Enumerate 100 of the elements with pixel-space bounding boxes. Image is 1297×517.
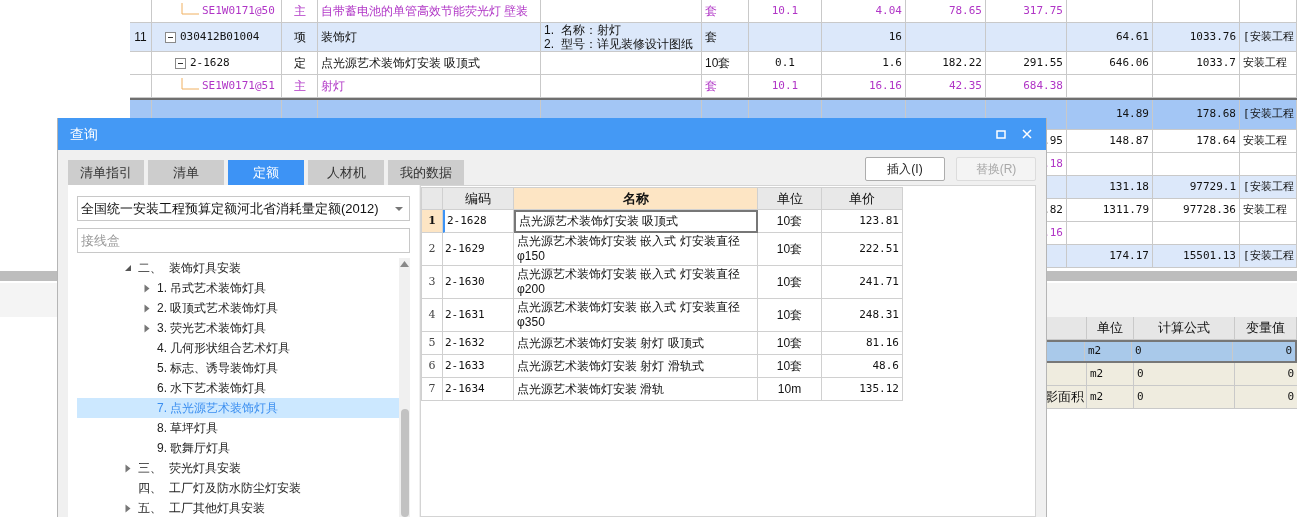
table-row[interactable]: SE1W0171@50 主 自带蓄电池的单管高效节能荧光灯 壁装 套 10.1 4.04 78.65 317.75 bbox=[130, 0, 1297, 23]
table-cell-text: 1033.76 bbox=[1189, 28, 1236, 45]
table-cell-text: 78.65 bbox=[948, 2, 982, 19]
table-cell-text: 10m bbox=[777, 381, 802, 398]
table-row[interactable]: 4 2-1631 点光源艺术装饰灯安装 嵌入式 灯安装直径φ350 10套 248.31 bbox=[422, 299, 903, 332]
search-field[interactable]: 接线盒 bbox=[77, 228, 410, 253]
close-icon[interactable] bbox=[1022, 129, 1032, 139]
tab[interactable]: 清单 bbox=[148, 160, 224, 185]
library-dropdown[interactable]: 全国统一安装工程预算定额河北省消耗量定额(2012) bbox=[77, 196, 410, 221]
tree-item[interactable]: 5. 标志、诱导装饰灯具 bbox=[77, 358, 399, 378]
table-cell-text: 174.17 bbox=[1109, 247, 1149, 264]
restore-icon[interactable] bbox=[996, 129, 1006, 139]
item-name: 自带蓄电池的单管高效节能荧光灯 壁装 bbox=[321, 3, 529, 20]
scrollbar-thumb[interactable] bbox=[400, 409, 409, 517]
scrollbar[interactable] bbox=[399, 258, 410, 517]
column-header: 计算公式 bbox=[1158, 319, 1210, 338]
table-cell-text: 10套 bbox=[776, 274, 803, 291]
tree-item[interactable]: 三、 荧光灯具安装 bbox=[77, 458, 399, 478]
row-number: 5 bbox=[428, 334, 436, 351]
table-row[interactable]: 2 2-1629 点光源艺术装饰灯安装 嵌入式 灯安装直径φ150 10套 222.51 bbox=[422, 233, 903, 266]
row-number: 7 bbox=[428, 380, 436, 397]
table-row[interactable]: 11 030412B01004 项 装饰灯 1. 名称：射灯 2. 型号：详见装修设计图纸 套 16 64.61 1033.76 [安装工程 bbox=[130, 23, 1297, 52]
table-cell-text: 1311.79 bbox=[1102, 201, 1149, 218]
table-cell-text: 646.06 bbox=[1109, 54, 1149, 71]
item-type: 定 bbox=[293, 55, 306, 72]
item-unit: 10套 bbox=[705, 55, 731, 72]
tab[interactable]: 清单指引 bbox=[68, 160, 144, 185]
description-line: 2. 型号：详见装修设计图纸 bbox=[544, 37, 693, 51]
table-cell: 0 bbox=[1285, 343, 1292, 360]
table-cell-text: 安装工程 bbox=[1243, 54, 1287, 71]
column-header: 单位 bbox=[1097, 319, 1123, 338]
table-cell-text: 182.22 bbox=[942, 54, 982, 71]
tree-item[interactable]: 1. 吊式艺术装饰灯具 bbox=[77, 278, 399, 298]
table-cell: 178.68 bbox=[1196, 106, 1236, 123]
tree-item[interactable]: 3. 荧光艺术装饰灯具 bbox=[77, 318, 399, 338]
item-name: 射灯 bbox=[321, 78, 345, 95]
table-cell: m2 bbox=[1088, 343, 1102, 360]
table-cell: 点光源艺术装饰灯安装 射灯 吸顶式 bbox=[517, 335, 704, 351]
tree-branch-line bbox=[181, 77, 199, 90]
item-name: 点光源艺术装饰灯安装 吸顶式 bbox=[321, 55, 481, 72]
tree-item[interactable]: 8. 草坪灯具 bbox=[77, 418, 399, 438]
tree-item[interactable]: 二、 装饰灯具安装 bbox=[77, 258, 399, 278]
column-header[interactable]: 编码 bbox=[443, 187, 514, 210]
table-cell-text: 点光源艺术装饰灯安装 嵌入式 灯安装直径φ200 bbox=[517, 267, 741, 297]
tree-item[interactable]: 四、 工厂灯及防水防尘灯安装 bbox=[77, 478, 399, 498]
row-number: 4 bbox=[428, 306, 436, 323]
table-cell-text: m2 bbox=[1090, 365, 1104, 382]
tab[interactable]: 我的数据 bbox=[388, 160, 464, 185]
tree-item[interactable]: 9. 歌舞厅灯具 bbox=[77, 438, 399, 458]
tree-item[interactable]: 6. 水下艺术装饰灯具 bbox=[77, 378, 399, 398]
action-button[interactable]: 插入(I) bbox=[865, 157, 945, 181]
table-cell-text: 2-1634 bbox=[445, 380, 485, 397]
item-unit: 套 bbox=[705, 3, 717, 20]
table-cell-text: [安装工程 bbox=[1243, 247, 1294, 264]
table-row[interactable]: 2-1628 定 点光源艺术装饰灯安装 吸顶式 10套 0.1 1.6 182.22 291.55 646.06 1033.7 安装工程 bbox=[130, 52, 1297, 75]
table-cell-text: 42.35 bbox=[948, 77, 982, 94]
table-cell-text: 10套 bbox=[776, 335, 803, 352]
table-cell-text: 131.18 bbox=[1109, 178, 1149, 195]
tree-item[interactable]: 4. 几何形状组合艺术灯具 bbox=[77, 338, 399, 358]
table-cell-text: 291.55 bbox=[1023, 54, 1063, 71]
table-cell-text: 15501.13 bbox=[1183, 247, 1236, 264]
table-row[interactable]: 5 2-1632 点光源艺术装饰灯安装 射灯 吸顶式 10套 81.16 bbox=[422, 332, 903, 355]
table-cell-text: 248.31 bbox=[859, 306, 899, 323]
table-row[interactable]: 3 2-1630 点光源艺术装饰灯安装 嵌入式 灯安装直径φ200 10套 241.71 bbox=[422, 266, 903, 299]
expand-arrow-icon[interactable] bbox=[144, 323, 150, 333]
table-cell-text: 2-1632 bbox=[445, 334, 485, 351]
scroll-up-icon[interactable] bbox=[400, 261, 409, 267]
column-header[interactable]: 单价 bbox=[822, 187, 903, 210]
table-row[interactable]: 7 2-1634 点光源艺术装饰灯安装 滑轨 10m 135.12 bbox=[422, 378, 903, 401]
table-row[interactable]: 6 2-1633 点光源艺术装饰灯安装 射灯 滑轨式 10套 48.6 bbox=[422, 355, 903, 378]
item-unit: 套 bbox=[705, 78, 717, 95]
row-number: 3 bbox=[428, 273, 436, 290]
table-cell-text: 81.16 bbox=[865, 334, 899, 351]
table-cell-text: 10.1 bbox=[771, 77, 799, 94]
table-cell-text: 0 bbox=[1137, 365, 1144, 382]
item-code: 030412B01004 bbox=[180, 28, 260, 45]
column-header[interactable]: 单位 bbox=[758, 187, 822, 210]
table-cell-text: 2-1630 bbox=[445, 273, 485, 290]
table-cell-text: 10.1 bbox=[771, 2, 799, 19]
table-cell-text: 2-1631 bbox=[445, 306, 485, 323]
table-row[interactable]: SE1W0171@51 主 射灯 套 10.1 16.16 42.35 684.38 bbox=[130, 75, 1297, 98]
column-header[interactable]: 名称 bbox=[514, 187, 758, 210]
tree-item[interactable]: 2. 吸顶式艺术装饰灯具 bbox=[77, 298, 399, 318]
expand-arrow-icon[interactable] bbox=[144, 283, 150, 293]
table-cell-text: 241.71 bbox=[859, 273, 899, 290]
collapse-arrow-icon[interactable] bbox=[124, 264, 132, 272]
collapse-icon[interactable] bbox=[165, 31, 176, 43]
table-cell-text: 0.1 bbox=[775, 54, 795, 71]
row-number: 6 bbox=[428, 357, 436, 374]
table-cell-text: 135.12 bbox=[859, 380, 899, 397]
tab[interactable]: 人材机 bbox=[308, 160, 384, 185]
expand-arrow-icon[interactable] bbox=[144, 303, 150, 313]
collapse-icon[interactable] bbox=[175, 57, 186, 69]
table-cell-text: 148.87 bbox=[1109, 132, 1149, 149]
expand-arrow-icon[interactable] bbox=[125, 503, 131, 513]
item-code: SE1W0171@50 bbox=[202, 2, 275, 19]
item-code: 2-1628 bbox=[190, 54, 230, 71]
tree-item[interactable]: 五、 工厂其他灯具安装 bbox=[77, 498, 399, 517]
expand-arrow-icon[interactable] bbox=[125, 463, 131, 473]
table-cell-text: 97729.1 bbox=[1189, 178, 1236, 195]
